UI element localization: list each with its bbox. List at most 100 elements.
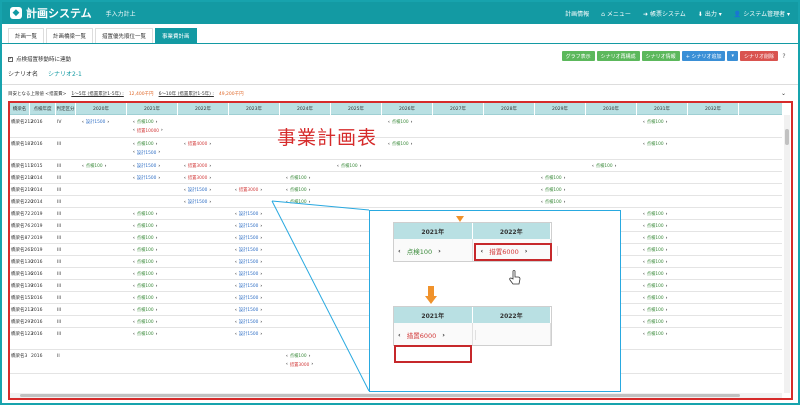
design-chip[interactable]: ‹ 設計1500 › [235,211,262,218]
chevron-left-icon[interactable]: ‹ [643,320,645,325]
scroll-thumb[interactable] [20,394,740,397]
chevron-left-icon[interactable]: ‹ [643,212,645,217]
chevron-left-icon[interactable]: ‹ [286,200,288,205]
inspection-chip[interactable]: ‹ 点検100 › [643,211,667,218]
chevron-left-icon[interactable]: ‹ [235,296,237,301]
inspection-chip[interactable]: ‹ 点検100 › [592,163,616,170]
inspection-chip[interactable]: ‹ 点検100 › [541,187,565,194]
chevron-left-icon[interactable]: ‹ [286,354,288,359]
chevron-right-icon[interactable]: › [309,200,311,205]
inspection-chip[interactable]: ‹ 点検100 › [541,175,565,182]
inspection-chip[interactable]: ‹ 点検100 › [286,175,310,182]
chevron-right-icon[interactable]: › [666,142,668,147]
chevron-right-icon[interactable]: › [156,272,158,277]
inspection-chip[interactable]: ‹ 点検100 › [643,319,667,326]
chevron-left-icon[interactable]: ‹ [643,284,645,289]
inspection-chip[interactable]: ‹ 点検100 › [643,271,667,278]
chevron-right-icon[interactable]: › [209,164,211,169]
design-chip[interactable]: ‹ 設計1500 › [235,307,262,314]
chevron-left-icon[interactable]: ‹ [133,236,135,241]
chevron-right-icon[interactable]: › [666,320,668,325]
chevron-right-icon[interactable]: › [666,308,668,313]
design-chip[interactable]: ‹ 設計1500 › [235,259,262,266]
chevron-left-icon[interactable]: ‹ [184,200,186,205]
tab-priority-list[interactable]: 措置優先順位一覧 [95,28,154,43]
chevron-right-icon[interactable]: › [564,176,566,181]
repair-chip[interactable]: ‹ 措置3000 › [184,163,211,170]
chevron-right-icon[interactable]: › [260,224,262,229]
inspection-chip[interactable]: ‹ 点検100 › [643,259,667,266]
chevron-right-icon[interactable]: › [438,247,441,255]
inspection-chip[interactable]: ‹ 点検100 › [133,283,157,290]
vertical-scrollbar[interactable] [784,115,790,393]
repair-chip[interactable]: ‹ 措置6000 › [398,330,476,340]
design-chip[interactable]: ‹ 設計1500 › [184,199,211,206]
design-chip[interactable]: ‹ 設計1500 › [235,247,262,254]
chevron-left-icon[interactable]: ‹ [398,331,401,339]
nav-item-user[interactable]: 👤 システム管理者 ▾ [734,9,790,18]
nav-item-output[interactable]: ⬇ 出力 ▾ [698,9,722,18]
chevron-right-icon[interactable]: › [260,188,262,193]
chevron-left-icon[interactable]: ‹ [643,260,645,265]
delete-scenario-button[interactable]: シナリオ削除 [739,51,778,61]
chevron-right-icon[interactable]: › [260,296,262,301]
chevron-left-icon[interactable]: ‹ [133,308,135,313]
inspection-chip[interactable]: ‹ 点検100 › [388,141,412,148]
chevron-right-icon[interactable]: › [666,260,668,265]
chevron-right-icon[interactable]: › [156,308,158,313]
inspection-chip[interactable]: ‹ 点検100 › [541,199,565,206]
chevron-right-icon[interactable]: › [564,200,566,205]
chevron-right-icon[interactable]: › [260,212,262,217]
chevron-right-icon[interactable]: › [156,120,158,125]
inspection-chip[interactable]: ‹ 点検100 › [133,271,157,278]
repair-chip[interactable]: ‹ 措置3000 › [235,187,262,194]
inspection-chip[interactable]: ‹ 点検100 › [643,119,667,126]
chevron-right-icon[interactable]: › [615,164,617,169]
inspection-chip[interactable]: ‹ 点検100 › [133,295,157,302]
chevron-left-icon[interactable]: ‹ [133,248,135,253]
nav-item-report-system[interactable]: ➜ 帳票システム [643,9,686,18]
chevron-right-icon[interactable]: › [564,188,566,193]
chevron-left-icon[interactable]: ‹ [643,120,645,125]
chevron-left-icon[interactable]: ‹ [184,188,186,193]
inspection-chip[interactable]: ‹ 点検100 › [133,119,157,126]
chevron-right-icon[interactable]: › [156,284,158,289]
chevron-left-icon[interactable]: ‹ [184,142,186,147]
inspection-chip[interactable]: ‹ 点検100 › [643,141,667,148]
design-chip[interactable]: ‹ 設計1500 › [235,331,262,338]
chevron-left-icon[interactable]: ‹ [398,247,401,255]
add-scenario-dropdown[interactable]: ▾ [727,51,738,61]
chevron-right-icon[interactable]: › [260,248,262,253]
chevron-left-icon[interactable]: ‹ [388,142,390,147]
chevron-right-icon[interactable]: › [105,164,107,169]
chevron-right-icon[interactable]: › [156,296,158,301]
inspection-chip[interactable]: ‹ 点検100 › [388,119,412,126]
chevron-left-icon[interactable]: ‹ [541,176,543,181]
chevron-right-icon[interactable]: › [156,224,158,229]
chevron-left-icon[interactable]: ‹ [235,236,237,241]
chevron-right-icon[interactable]: › [260,332,262,337]
chevron-down-icon[interactable]: ⌄ [781,90,786,97]
chevron-right-icon[interactable]: › [666,120,668,125]
chevron-right-icon[interactable]: › [209,176,211,181]
chevron-left-icon[interactable]: ‹ [133,272,135,277]
chevron-right-icon[interactable]: › [209,188,211,193]
design-chip[interactable]: ‹ 設計1500 › [133,175,160,182]
show-graph-button[interactable]: グラフ表示 [561,51,595,61]
inspection-chip[interactable]: ‹ 点検100 › [133,331,157,338]
chevron-right-icon[interactable]: › [411,120,413,125]
chevron-left-icon[interactable]: ‹ [133,142,135,147]
design-chip[interactable]: ‹ 設計1500 › [184,187,211,194]
repair-chip[interactable]: ‹ 措置10000 › [133,127,163,134]
tab-scenario-2-1[interactable]: シナリオ2-1 [48,69,82,78]
chevron-right-icon[interactable]: › [411,142,413,147]
chevron-left-icon[interactable]: ‹ [82,164,84,169]
inspection-chip[interactable]: ‹ 点検100 › [643,235,667,242]
chevron-right-icon[interactable]: › [156,248,158,253]
inspection-chip[interactable]: ‹ 点検100 › [133,235,157,242]
chevron-left-icon[interactable]: ‹ [133,260,135,265]
chevron-left-icon[interactable]: ‹ [184,176,186,181]
chevron-left-icon[interactable]: ‹ [133,176,135,181]
chevron-right-icon[interactable]: › [666,296,668,301]
chevron-right-icon[interactable]: › [260,236,262,241]
